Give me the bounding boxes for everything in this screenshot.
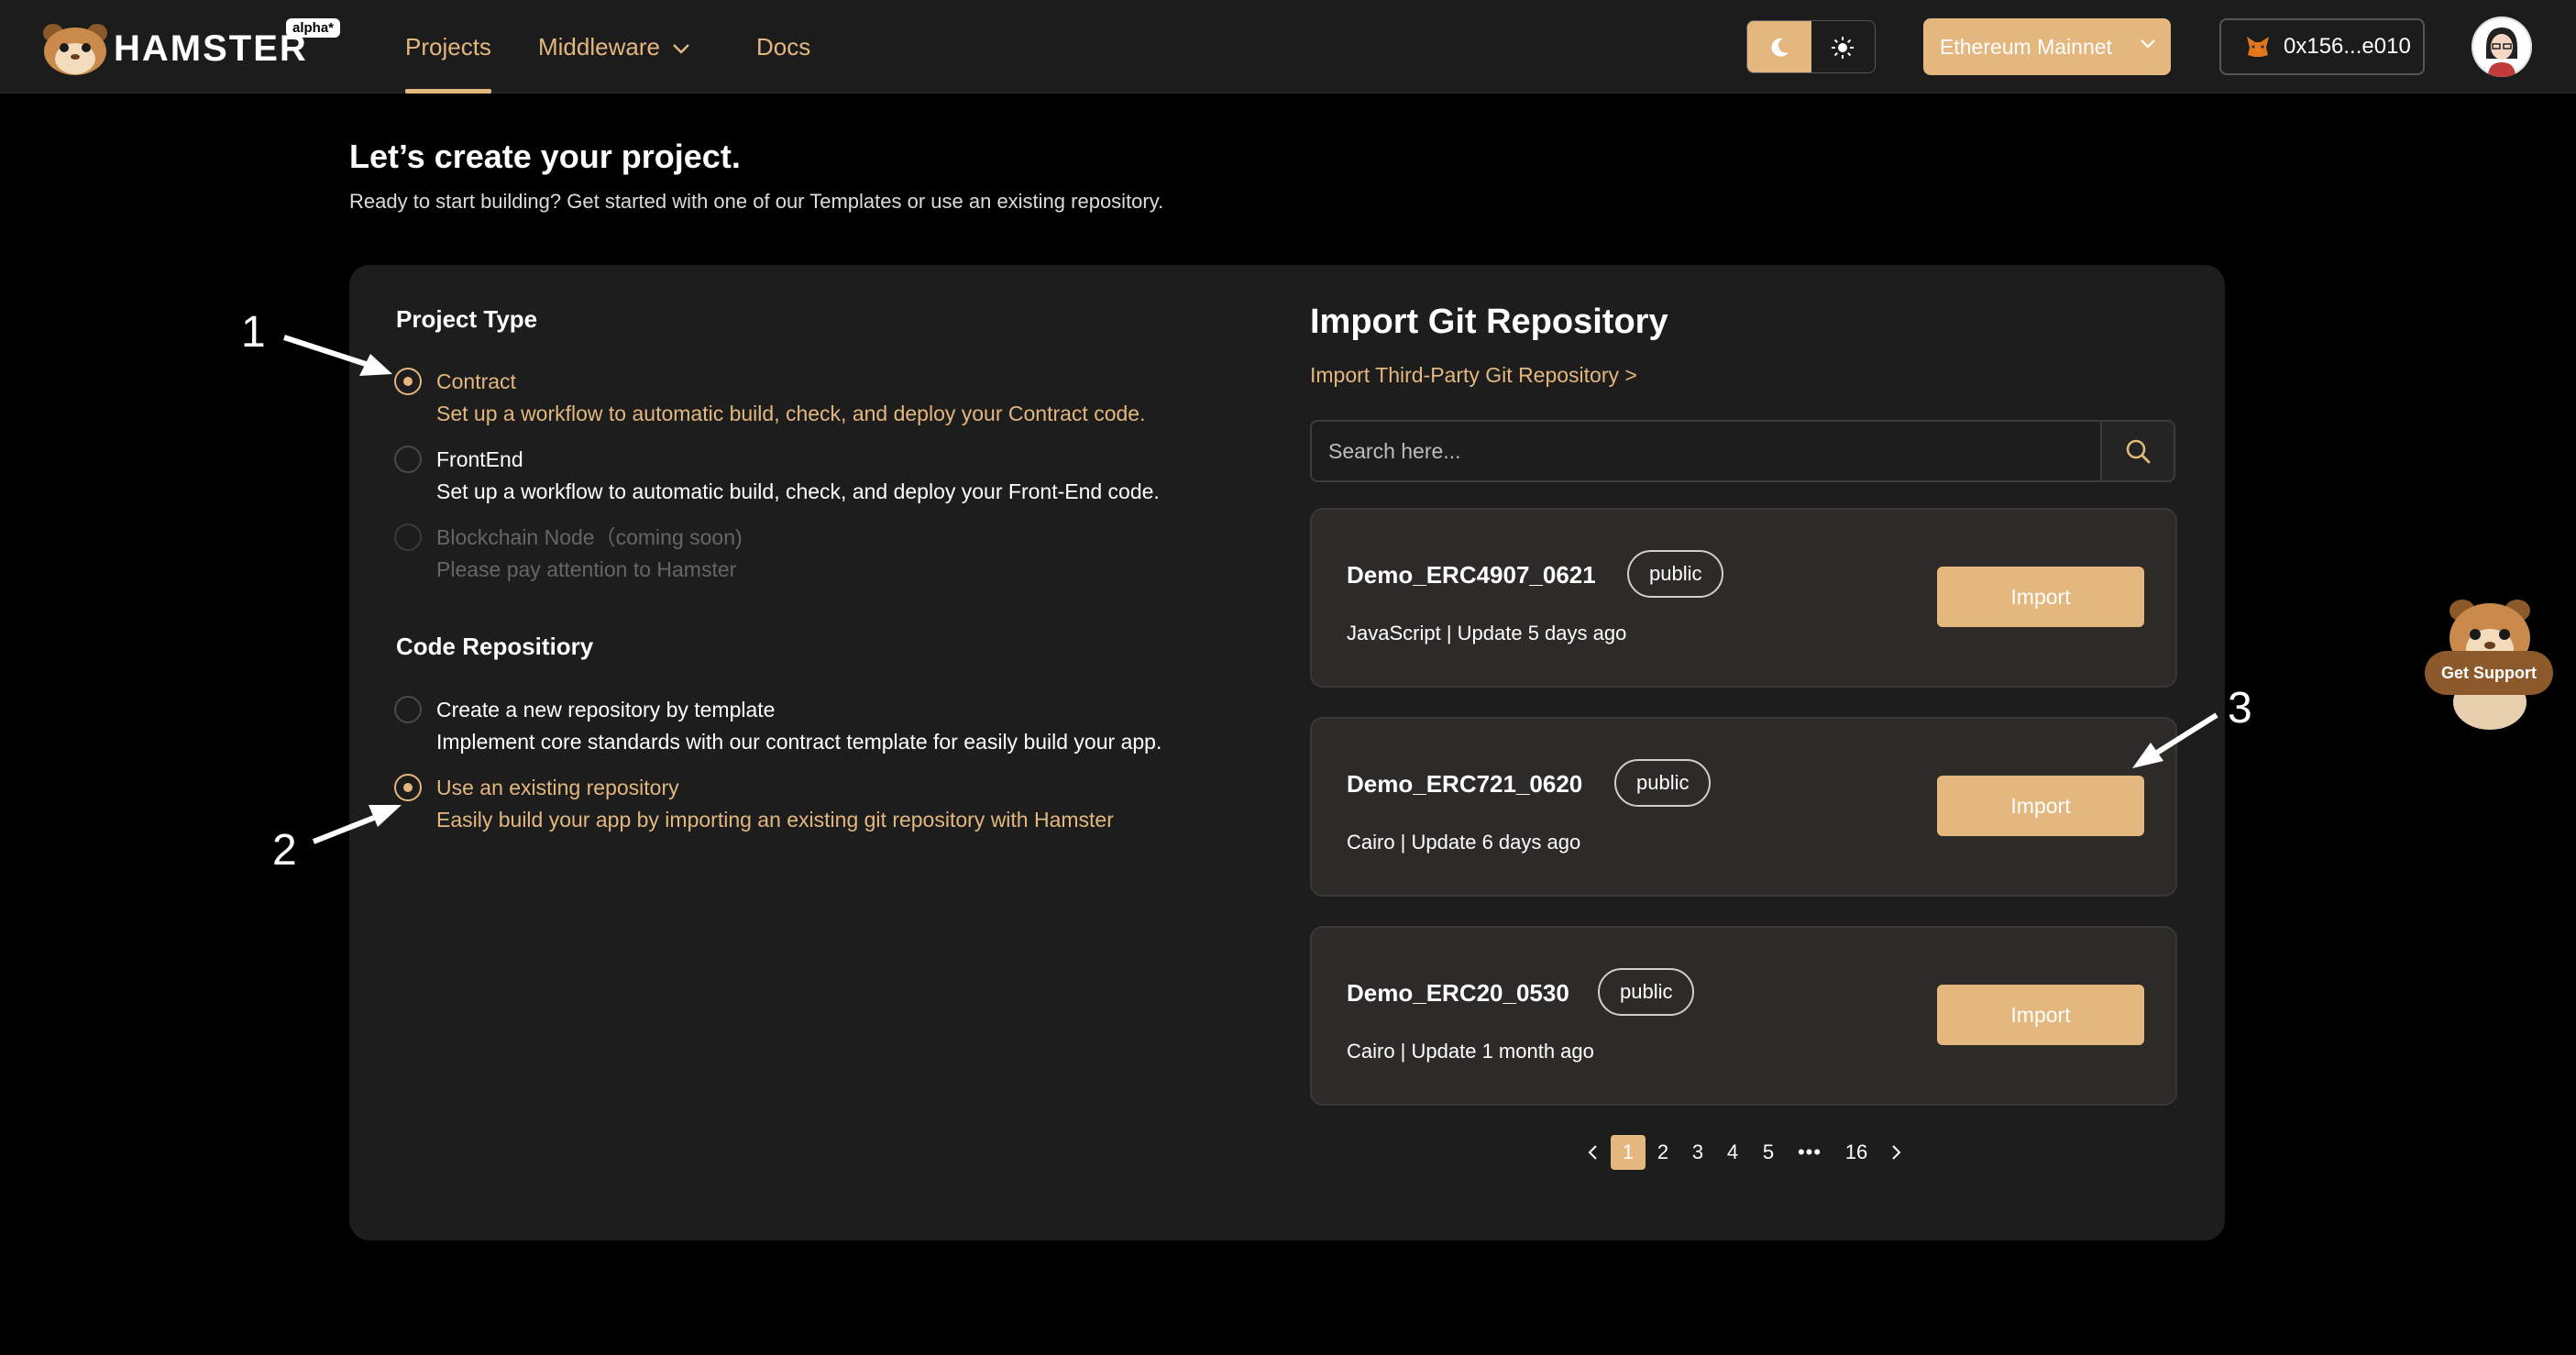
annotation-arrows: [283, 335, 2218, 844]
arrow-2: [312, 805, 402, 844]
arrow-3: [2132, 712, 2218, 768]
get-support-button[interactable]: Get Support: [2425, 651, 2553, 695]
arrow-1: [283, 335, 392, 376]
